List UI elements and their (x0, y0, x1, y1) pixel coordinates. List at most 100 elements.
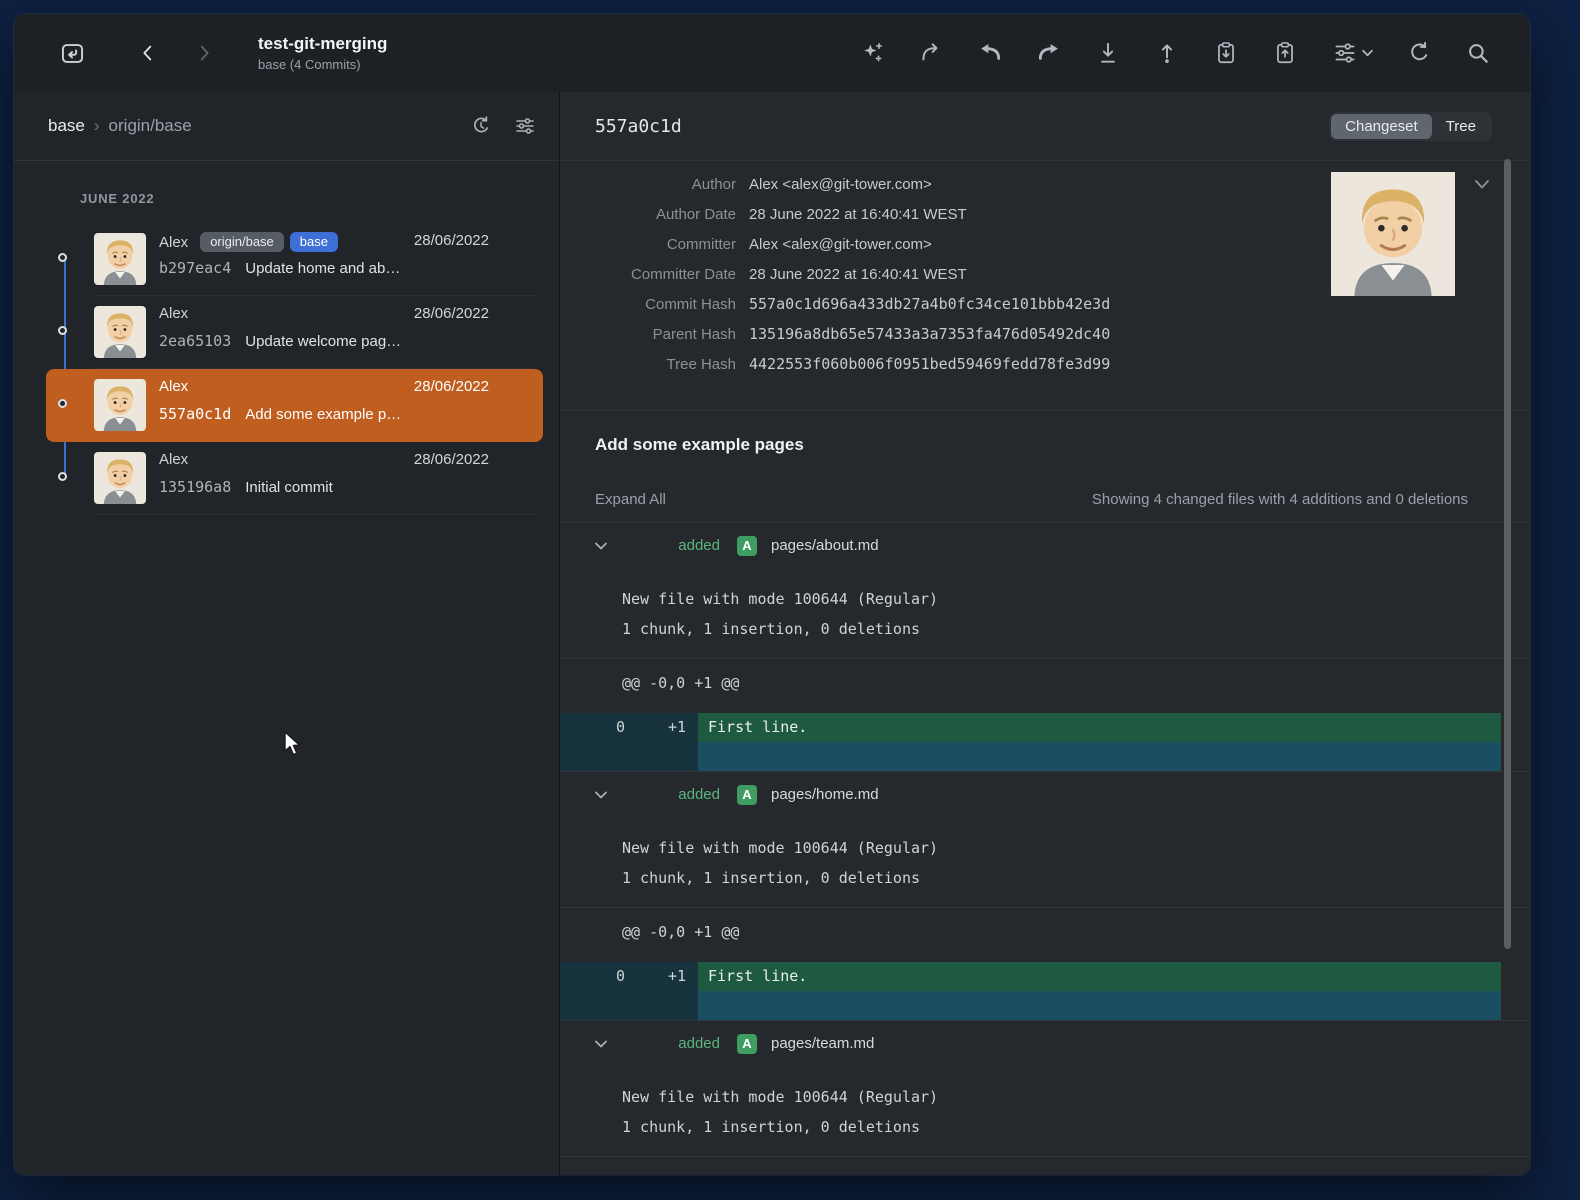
commit-row[interactable]: Alex 28/06/2022 135196a8 Initial commit (14, 442, 559, 515)
file-path: pages/about.md (771, 537, 879, 554)
breadcrumb-remote-branch[interactable]: origin/base (109, 116, 192, 136)
file-info-line: 1 chunk, 1 insertion, 0 deletions (622, 614, 1530, 644)
commit-message-section: Add some example pages Expand All Showin… (560, 410, 1530, 522)
changed-file-header[interactable]: added A pages/home.md (560, 772, 1530, 817)
meta-label: Author Date (560, 206, 736, 223)
push-button[interactable] (1153, 39, 1181, 67)
expand-all-link[interactable]: Expand All (595, 491, 666, 508)
changed-files-summary: Showing 4 changed files with 4 additions… (1092, 491, 1468, 508)
file-status-badge: A (737, 785, 757, 805)
app-window: test-git-merging base (4 Commits) (14, 14, 1530, 1175)
merge-button[interactable] (1035, 39, 1063, 67)
tab-changeset[interactable]: Changeset (1331, 114, 1432, 139)
repository-button[interactable] (58, 39, 86, 67)
view-switcher[interactable]: ChangesetTree (1329, 112, 1492, 141)
refresh-icon (1406, 40, 1432, 66)
file-status: added (618, 1035, 720, 1052)
commit-author: Alex (159, 234, 188, 251)
forward-button[interactable] (190, 39, 218, 67)
timeline-dot (58, 399, 67, 408)
meta-label: Author (560, 176, 736, 193)
commit-author: Alex (159, 451, 188, 468)
commit-message-title: Add some example pages (595, 435, 1468, 455)
commit-hash: 2ea65103 (159, 332, 231, 350)
pull-button[interactable] (1094, 39, 1122, 67)
avatar-illustration (94, 233, 146, 285)
commit-detail-header: 557a0c1d ChangesetTree (560, 92, 1530, 161)
meta-value: Alex <alex@git-tower.com> (749, 236, 932, 253)
changed-file-section: added A pages/team.md New file with mode… (560, 1020, 1530, 1175)
branch-badge: base (290, 232, 338, 252)
file-info-line: New file with mode 100644 (Regular) (622, 1082, 1530, 1112)
meta-value: 28 June 2022 at 16:40:41 WEST (749, 266, 967, 283)
commit-meta-block: Author Alex <alex@git-tower.com> Author … (560, 161, 1530, 379)
undo-icon (918, 40, 944, 66)
breadcrumb-branch[interactable]: base (48, 116, 85, 136)
branch-badge: origin/base (200, 232, 284, 252)
chevron-down-icon (1474, 179, 1490, 190)
file-status-badge: A (737, 536, 757, 556)
stash-icon (1213, 40, 1239, 66)
commit-avatar (94, 379, 146, 431)
file-info-line: New file with mode 100644 (Regular) (622, 833, 1530, 863)
commit-hash: 557a0c1d (159, 405, 231, 423)
commit-row-line1: Alex origin/basebase 28/06/2022 (159, 232, 489, 252)
month-section-header: JUNE 2022 (14, 185, 559, 213)
commit-row-line2: 135196a8 Initial commit (159, 478, 489, 496)
file-status-badge: A (737, 1034, 757, 1054)
commit-row[interactable]: Alex origin/basebase 28/06/2022 b297eac4… (14, 223, 559, 296)
hunk-header: @@ -0,0 +1 @@ (622, 673, 1530, 693)
avatar-illustration (94, 452, 146, 504)
quick-actions-button[interactable] (858, 39, 886, 67)
fetch-button[interactable] (976, 39, 1004, 67)
compare-history-button[interactable] (467, 112, 495, 140)
avatar-menu-button[interactable] (1474, 177, 1490, 195)
scrollbar-thumb[interactable] (1504, 159, 1511, 949)
commit-row[interactable]: Alex 28/06/2022 2ea65103 Update welcome … (14, 296, 559, 369)
row-separator (94, 514, 534, 515)
commit-date: 28/06/2022 (414, 305, 489, 322)
hunk-header-row: @@ -0,0 +1 @@ (560, 907, 1530, 962)
filter-options-button[interactable] (511, 112, 539, 140)
pull-icon (1095, 40, 1121, 66)
file-path: pages/team.md (771, 1035, 874, 1052)
stash-button[interactable] (1212, 39, 1240, 67)
tab-tree[interactable]: Tree (1432, 114, 1490, 139)
commit-message: Add some example p… (245, 406, 401, 423)
chevron-down-icon[interactable] (592, 537, 610, 555)
commit-message: Update welcome pag… (245, 333, 401, 350)
commit-hash: 135196a8 (159, 478, 231, 496)
title-bar: test-git-merging base (4 Commits) (14, 14, 1530, 92)
file-list: added A pages/about.md New file with mod… (560, 522, 1530, 1175)
apply-stash-button[interactable] (1271, 39, 1299, 67)
commit-date: 28/06/2022 (414, 378, 489, 395)
commit-row-line1: Alex 28/06/2022 (159, 451, 489, 468)
timeline-dot (58, 253, 67, 262)
changed-file-header[interactable]: added A pages/about.md (560, 523, 1530, 568)
commit-detail-body: Author Alex <alex@git-tower.com> Author … (560, 161, 1530, 1175)
commit-row[interactable]: Alex 28/06/2022 557a0c1d Add some exampl… (14, 369, 559, 442)
fetch-icon (977, 40, 1003, 66)
avatar-illustration (1328, 172, 1458, 296)
filter-sliders-icon (513, 114, 537, 138)
search-button[interactable] (1464, 39, 1492, 67)
workflow-button[interactable] (1330, 39, 1374, 67)
chevron-down-icon[interactable] (592, 786, 610, 804)
quick-actions-icon (859, 40, 885, 66)
commit-date: 28/06/2022 (414, 451, 489, 468)
file-info: New file with mode 100644 (Regular)1 chu… (560, 568, 1530, 658)
refresh-button[interactable] (1405, 39, 1433, 67)
branch-breadcrumb-bar: base › origin/base (14, 92, 559, 161)
avatar-illustration (94, 306, 146, 358)
hunk-header: @@ -0,0 +1 @@ (622, 1171, 1530, 1175)
back-button[interactable] (134, 39, 162, 67)
file-info-line: 1 chunk, 1 insertion, 0 deletions (622, 1112, 1530, 1142)
commit-row-line2: b297eac4 Update home and ab… (159, 259, 489, 277)
avatar-illustration (94, 379, 146, 431)
chevron-down-icon[interactable] (592, 1035, 610, 1053)
diff-lines: 0+1First line. (560, 713, 1501, 771)
changed-file-header[interactable]: added A pages/team.md (560, 1021, 1530, 1066)
undo-button[interactable] (917, 39, 945, 67)
meta-label: Committer Date (560, 266, 736, 283)
meta-label: Parent Hash (560, 326, 736, 343)
